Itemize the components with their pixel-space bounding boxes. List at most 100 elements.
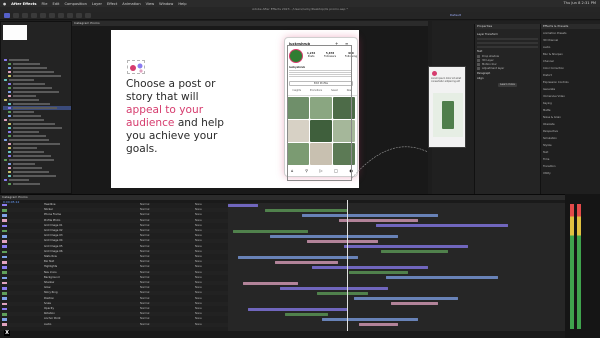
layer-name[interactable]: Headline (44, 203, 55, 207)
effects-category[interactable]: Obsolete (543, 121, 598, 128)
layer-parent[interactable]: None (195, 219, 202, 223)
layer-label-color[interactable] (2, 271, 7, 274)
layer-blend-mode[interactable]: Normal (140, 317, 149, 321)
rectangle-tool-icon[interactable] (49, 13, 55, 18)
timeline-layer-row[interactable]: Highlights Normal None (0, 265, 228, 270)
effects-category[interactable]: Audio (543, 44, 598, 51)
toggle-adjustment-layer[interactable]: Adjustment layer (477, 67, 538, 70)
layer-duration-bar[interactable] (280, 286, 388, 290)
layer-duration-bar[interactable] (344, 245, 468, 249)
layer-name[interactable]: Highlights (44, 265, 57, 269)
layer-label-color[interactable] (2, 281, 7, 285)
layer-parent[interactable]: None (195, 323, 202, 327)
layer-label-color[interactable] (2, 297, 7, 300)
layer-blend-mode[interactable]: Normal (140, 307, 149, 311)
layer-parent[interactable]: None (195, 286, 202, 290)
learn-more-button[interactable]: Learn more (498, 83, 517, 87)
layer-parent[interactable]: None (195, 291, 202, 295)
layer-label-color[interactable] (2, 208, 7, 212)
layer-parent[interactable]: None (195, 213, 202, 217)
layer-parent[interactable]: None (195, 229, 202, 233)
layer-duration-bar[interactable] (307, 240, 378, 243)
effects-category[interactable]: Perspective (543, 128, 598, 135)
layer-label-color[interactable] (2, 312, 7, 316)
layer-parent[interactable]: None (195, 234, 202, 238)
effects-category[interactable]: Distort (543, 72, 598, 79)
layer-label-color[interactable] (2, 260, 7, 264)
timeline-layer-row[interactable]: Grid Image 06 Normal None (0, 249, 228, 254)
menu-layer[interactable]: Layer (92, 2, 102, 6)
layer-name[interactable]: Grid Image 01 (44, 224, 63, 228)
timeline-layer-row[interactable]: Grid Image 05 Normal None (0, 244, 228, 249)
layer-name[interactable]: Nav Icons (44, 271, 57, 275)
layer-blend-mode[interactable]: Normal (140, 213, 149, 217)
effects-category[interactable]: 3D Channel (543, 37, 598, 44)
zoom-tool-icon[interactable] (22, 13, 28, 18)
layer-duration-bar[interactable] (391, 302, 438, 306)
layer-parent[interactable]: None (195, 271, 202, 275)
hand-tool-icon[interactable] (13, 13, 19, 18)
preview-card[interactable]: Lorem ipsum dolor sit amet consectetur a… (428, 66, 466, 148)
layer-parent[interactable]: None (195, 317, 202, 321)
layer-parent[interactable]: None (195, 208, 202, 212)
layer-parent[interactable]: None (195, 281, 202, 285)
layer-name[interactable]: Grid Image 04 (44, 239, 63, 243)
timeline-layer-row[interactable]: Scale Normal None (0, 301, 228, 306)
toggle-drop-shadow[interactable]: Drop shadow (477, 55, 538, 58)
layer-name[interactable]: Bio Text (44, 260, 54, 264)
apple-icon[interactable]: ● (3, 2, 6, 6)
layer-name[interactable]: Scale (44, 302, 51, 306)
timeline-layer-row[interactable]: Profile Photo Normal None (0, 218, 228, 223)
section-text[interactable]: Text (477, 50, 538, 53)
menu-window[interactable]: Window (159, 2, 173, 6)
layer-duration-bar[interactable] (312, 266, 428, 269)
timeline-layer-row[interactable]: Grid Image 03 Normal None (0, 234, 228, 239)
headline-text[interactable]: Choose a post or story that will appeal … (126, 78, 236, 156)
layer-duration-bar[interactable] (381, 250, 448, 254)
layer-duration-bar[interactable] (238, 255, 358, 259)
layer-name[interactable]: Grid Image 06 (44, 250, 63, 254)
layer-label-color[interactable] (2, 307, 7, 311)
timeline-layer-row[interactable]: Stats Row Normal None (0, 255, 228, 259)
layer-blend-mode[interactable]: Normal (140, 245, 149, 249)
layer-blend-mode[interactable]: Normal (140, 276, 149, 280)
timeline-layer-row[interactable]: Shadow Normal None (0, 281, 228, 285)
selection-tool-icon[interactable] (4, 13, 10, 18)
layer-label-color[interactable] (2, 234, 7, 238)
layer-parent[interactable]: None (195, 224, 202, 228)
effects-category[interactable]: Channel (543, 58, 598, 65)
layer-blend-mode[interactable]: Normal (140, 219, 149, 223)
section-paragraph[interactable]: Paragraph (477, 72, 538, 75)
layer-name[interactable]: Phone Frame (44, 213, 61, 217)
timeline-tab[interactable]: Instagram Promo (0, 195, 565, 200)
layer-name[interactable]: Grid Image 03 (44, 234, 63, 238)
layer-label-color[interactable] (2, 292, 7, 295)
layer-name[interactable]: Stats Row (44, 255, 57, 259)
effects-category[interactable]: Time (543, 156, 598, 163)
layer-label-color[interactable] (2, 203, 7, 207)
layer-bounding-box[interactable] (287, 45, 352, 181)
layer-duration-bar[interactable] (354, 297, 458, 301)
layer-label-color[interactable] (2, 250, 7, 254)
layer-blend-mode[interactable]: Normal (140, 302, 149, 306)
layer-parent[interactable]: None (195, 250, 202, 254)
layer-parent[interactable]: None (195, 265, 202, 269)
layer-name[interactable]: Profile Photo (44, 219, 60, 223)
type-tool-icon[interactable] (67, 13, 73, 18)
layer-parent[interactable]: None (195, 297, 202, 301)
layer-name[interactable]: Opacity (44, 307, 54, 311)
layer-duration-bar[interactable] (228, 203, 258, 207)
section-layer-transform[interactable]: Layer Transform (477, 33, 538, 36)
effects-category[interactable]: Color Correction (543, 65, 598, 72)
effects-category[interactable]: Stylize (543, 142, 598, 149)
layer-duration-bar[interactable] (376, 224, 508, 228)
layer-label-color[interactable] (2, 229, 7, 233)
effects-category[interactable]: Matte (543, 107, 598, 114)
layer-parent[interactable]: None (195, 312, 202, 316)
layer-blend-mode[interactable]: Normal (140, 239, 149, 243)
effects-category[interactable]: Keying (543, 100, 598, 107)
layer-blend-mode[interactable]: Normal (140, 271, 149, 275)
layer-duration-bar[interactable] (322, 318, 418, 321)
layer-parent[interactable]: None (195, 255, 202, 259)
pan-tool-icon[interactable] (40, 13, 46, 18)
